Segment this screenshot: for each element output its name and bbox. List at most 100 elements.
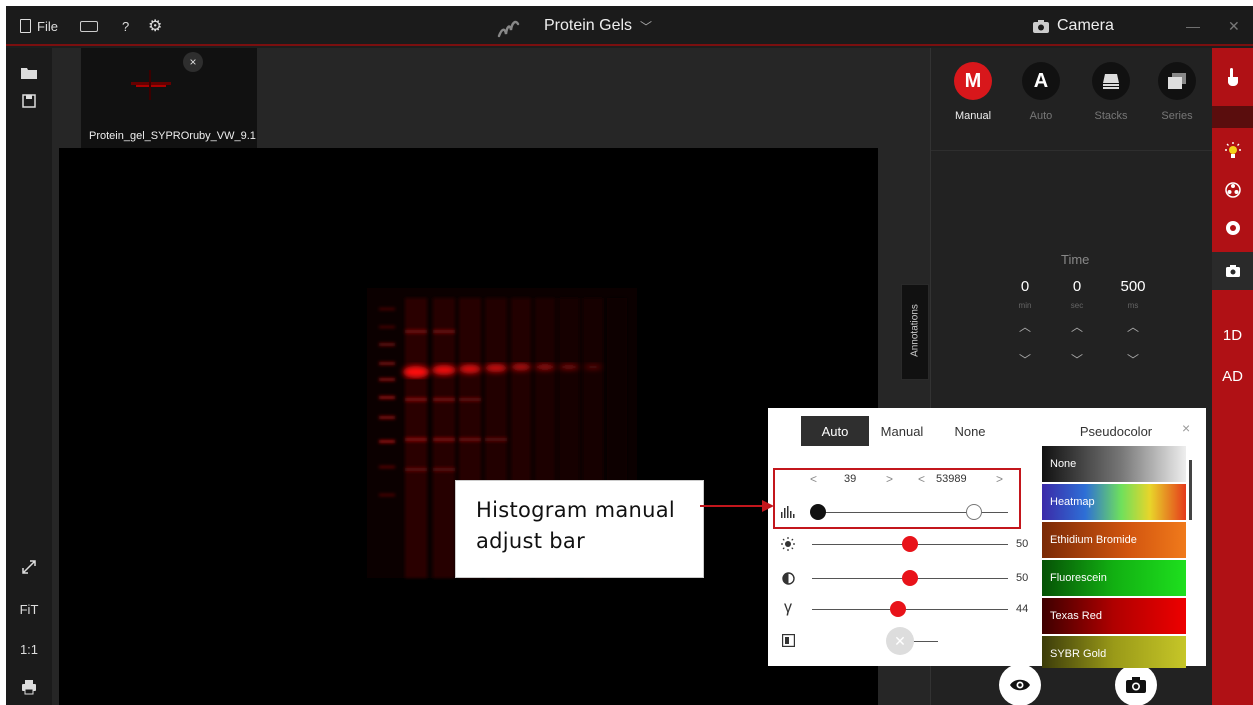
pseudocolor-title: Pseudocolor [1079, 423, 1153, 439]
milliseconds-down-button[interactable]: ﹀ [1113, 351, 1153, 368]
thumbnail-preview [131, 70, 171, 100]
histogram-high-decrement[interactable]: < [918, 472, 925, 486]
minutes-value[interactable]: 0 [1005, 278, 1045, 295]
minimize-button[interactable]: — [1186, 6, 1200, 46]
seconds-unit: sec [1070, 301, 1084, 310]
app-logo-icon [497, 20, 520, 38]
pseudocolor-fluorescein[interactable]: Fluorescein [1042, 560, 1186, 596]
callout-line-1: Histogram manual [476, 498, 676, 522]
histogram-low-handle[interactable] [810, 504, 826, 520]
gel-image[interactable] [59, 148, 878, 705]
contrast-icon [780, 570, 796, 586]
contrast-handle[interactable] [902, 570, 918, 586]
seconds-down-button[interactable]: ﹀ [1057, 351, 1097, 368]
callout-arrow [700, 500, 774, 512]
seconds-up-button[interactable]: ︿ [1057, 318, 1097, 335]
expand-icon [22, 560, 36, 574]
right-rail: 1D AD [1212, 48, 1253, 705]
callout-annotation: Histogram manual adjust bar [455, 480, 704, 578]
gel-image-canvas [367, 288, 637, 578]
capture-button[interactable] [1115, 664, 1157, 705]
pseudocolor-ethidium-bromide[interactable]: Ethidium Bromide [1042, 522, 1186, 558]
popup-close-button[interactable]: × [1182, 420, 1190, 436]
pseudocolor-scrollbar[interactable] [1189, 460, 1192, 520]
analysis-ad-button[interactable]: AD [1212, 368, 1253, 385]
histogram-high-value[interactable]: 53989 [936, 473, 967, 485]
annotations-tab[interactable]: Annotations [901, 284, 929, 380]
save-icon [22, 94, 36, 108]
milliseconds-value[interactable]: 500 [1113, 278, 1153, 295]
print-button[interactable] [18, 676, 40, 698]
folder-icon [21, 68, 37, 79]
pseudocolor-texas-red[interactable]: Texas Red [1042, 598, 1186, 634]
histogram-low-value[interactable]: 39 [844, 473, 856, 485]
protocol-title-dropdown[interactable]: Protein Gels ﹀ [544, 6, 652, 46]
close-window-button[interactable]: ✕ [1228, 6, 1240, 46]
pseudocolor-heatmap[interactable]: Heatmap [1042, 484, 1186, 520]
image-thumbnail[interactable]: × Protein_gel_SYPROruby_VW_9.1 [81, 48, 257, 148]
keyboard-button[interactable] [80, 6, 98, 46]
file-menu[interactable]: File [20, 6, 58, 46]
invert-icon [780, 632, 796, 648]
fit-label: FiT [19, 601, 39, 617]
histogram-icon [780, 504, 796, 520]
milliseconds-up-button[interactable]: ︿ [1113, 318, 1153, 335]
lightbulb-icon [1224, 142, 1241, 158]
live-view-button[interactable] [999, 664, 1041, 705]
camera-title: Camera [1057, 17, 1114, 34]
aperture-button[interactable] [1212, 220, 1253, 239]
histogram-high-handle[interactable] [965, 504, 982, 520]
mode-auto[interactable]: A Auto [1011, 62, 1071, 122]
thumbnail-label: Protein_gel_SYPROruby_VW_9.1 [89, 130, 256, 142]
file-menu-label: File [37, 18, 58, 34]
fullscreen-button[interactable] [18, 556, 40, 578]
camera-capture-icon [1126, 677, 1146, 693]
help-button[interactable]: ? [122, 6, 129, 46]
pseudocolor-list: None Heatmap Ethidium Bromide Fluorescei… [1042, 446, 1186, 668]
milliseconds-unit: ms [1127, 301, 1139, 310]
analysis-1d-button[interactable]: 1D [1212, 327, 1253, 344]
brightness-handle[interactable] [902, 536, 918, 552]
gamma-icon: γ [784, 599, 792, 616]
save-button[interactable] [18, 90, 40, 112]
rail-lower-section [1212, 288, 1253, 705]
annotations-tab-label: Annotations [909, 304, 921, 357]
invert-toggle[interactable]: ✕ [886, 627, 914, 655]
fit-button[interactable]: FiT [18, 598, 40, 620]
minutes-down-button[interactable]: ﹀ [1005, 351, 1045, 368]
thumbnail-close-button[interactable]: × [183, 52, 203, 72]
display-settings-popup: Auto Manual None Pseudocolor × < 39 > < … [768, 408, 1206, 668]
filter-wheel-button[interactable] [1212, 182, 1253, 201]
minutes-up-button[interactable]: ︿ [1005, 318, 1045, 335]
histogram-low-decrement[interactable]: < [810, 472, 817, 486]
mode-manual-icon: M [954, 62, 992, 100]
gear-icon: ⚙ [148, 18, 163, 35]
series-icon [1158, 62, 1196, 100]
open-folder-button[interactable] [18, 62, 40, 84]
histogram-low-increment[interactable]: > [886, 472, 893, 486]
panel-divider [931, 150, 1213, 151]
toggle-off-icon: ✕ [894, 632, 906, 649]
one-to-one-button[interactable]: 1:1 [18, 638, 40, 660]
gamma-track[interactable] [812, 609, 1008, 610]
mode-stacks[interactable]: Stacks [1081, 62, 1141, 122]
pseudocolor-sybr-gold[interactable]: SYBR Gold [1042, 636, 1186, 668]
gamma-handle[interactable] [890, 601, 907, 617]
mode-series[interactable]: Series [1147, 62, 1207, 122]
tab-none[interactable]: None [944, 416, 996, 446]
mode-auto-label: Auto [1029, 110, 1053, 122]
settings-button[interactable]: ⚙ [148, 6, 162, 46]
seconds-value[interactable]: 0 [1057, 278, 1097, 295]
mode-manual[interactable]: M Manual [943, 62, 1003, 122]
callout-line-2: adjust bar [476, 529, 586, 553]
touch-mode-button[interactable] [1212, 68, 1253, 89]
histogram-high-increment[interactable]: > [996, 472, 1003, 486]
tab-auto[interactable]: Auto [801, 416, 869, 446]
illumination-button[interactable] [1212, 142, 1253, 163]
tab-manual[interactable]: Manual [874, 416, 930, 446]
printer-icon [22, 680, 36, 695]
hand-pointer-icon [1227, 68, 1238, 86]
pseudocolor-none[interactable]: None [1042, 446, 1186, 482]
camera-rail-selected[interactable] [1212, 252, 1253, 290]
file-icon [20, 19, 31, 33]
